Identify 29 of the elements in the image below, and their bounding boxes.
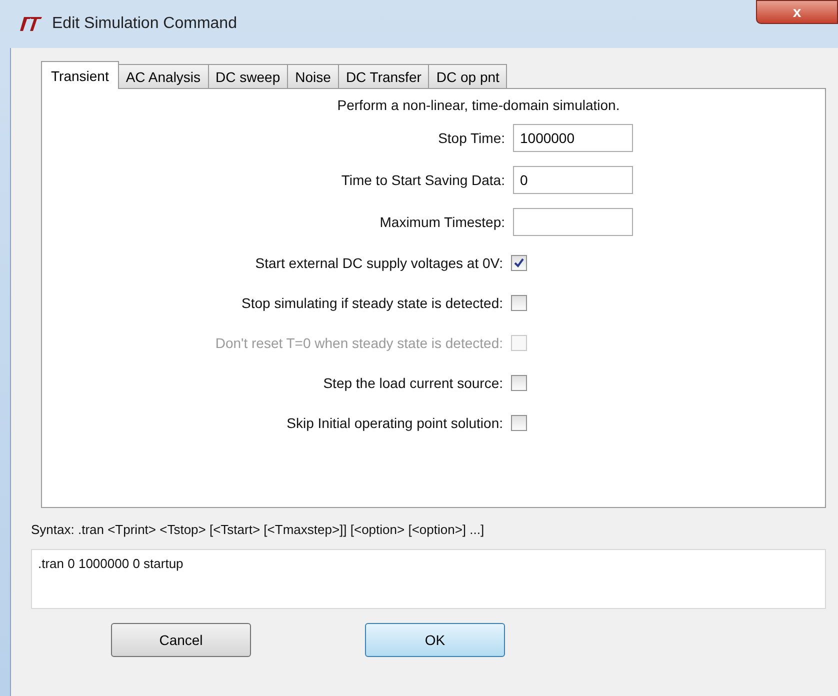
tab[interactable]: Transient xyxy=(41,61,119,89)
app-logo-icon xyxy=(20,16,42,32)
window-title: Edit Simulation Command xyxy=(52,15,237,33)
tab[interactable]: Noise xyxy=(287,64,339,88)
tab[interactable]: AC Analysis xyxy=(118,64,209,88)
option-label: Don't reset T=0 when steady state is detected: xyxy=(215,335,503,351)
field-label: Stop Time: xyxy=(438,130,505,146)
close-button[interactable]: x xyxy=(756,0,838,24)
syntax-text: Syntax: .tran <Tprint> <Tstop> [<Tstart> [<Tmaxstep>]] [<option> [<option>] ...] xyxy=(31,522,486,537)
tab[interactable]: DC op pnt xyxy=(428,64,508,88)
description-text: Perform a non-linear, time-domain simulation. xyxy=(336,97,621,113)
field-label: Maximum Timestep: xyxy=(380,214,505,230)
input-field[interactable]: 0 xyxy=(513,166,633,194)
tab[interactable]: DC sweep xyxy=(208,64,288,88)
tab[interactable]: DC Transfer xyxy=(338,64,430,88)
checkbox[interactable] xyxy=(511,295,527,311)
option-label: Start external DC supply voltages at 0V: xyxy=(255,255,503,271)
checkbox[interactable] xyxy=(511,255,527,271)
option-label: Skip Initial operating point solution: xyxy=(286,415,503,431)
field-label: Time to Start Saving Data: xyxy=(341,172,505,188)
dialog-button[interactable]: Cancel xyxy=(111,623,251,657)
checkbox[interactable] xyxy=(511,415,527,431)
option-label: Step the load current source: xyxy=(323,375,503,391)
checkbox[interactable] xyxy=(511,375,527,391)
command-field[interactable]: .tran 0 1000000 0 startup xyxy=(31,549,826,609)
dialog-button[interactable]: OK xyxy=(365,623,505,657)
input-field[interactable] xyxy=(513,208,633,236)
option-label: Stop simulating if steady state is detected: xyxy=(242,295,503,311)
input-field[interactable]: 1000000 xyxy=(513,124,633,152)
